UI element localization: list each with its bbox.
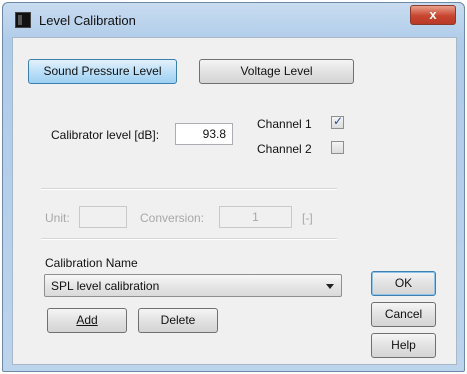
title-bar[interactable]: Level Calibration x [3, 3, 464, 37]
checkmark-icon: ✓ [333, 114, 344, 128]
window-title: Level Calibration [39, 13, 136, 28]
delete-button[interactable]: Delete [138, 308, 218, 333]
add-button[interactable]: Add [47, 308, 127, 333]
app-icon [15, 12, 31, 28]
channel-2-label: Channel 2 [257, 142, 312, 156]
channel-1-label: Channel 1 [257, 117, 312, 131]
ok-button[interactable]: OK [371, 271, 436, 296]
calibrator-level-input[interactable]: 93.8 [175, 123, 233, 145]
calibrator-level-label: Calibrator level [dB]: [51, 128, 160, 142]
voltage-level-button[interactable]: Voltage Level [199, 59, 354, 84]
unit-label: Unit: [45, 211, 70, 225]
help-button[interactable]: Help [371, 333, 436, 358]
cancel-button[interactable]: Cancel [371, 302, 436, 327]
unit-input [79, 206, 127, 228]
sound-pressure-level-button[interactable]: Sound Pressure Level [28, 59, 177, 84]
conversion-input: 1 [219, 206, 292, 228]
conversion-label: Conversion: [140, 211, 205, 225]
separator [41, 188, 337, 190]
separator [41, 238, 337, 240]
level-calibration-dialog: Level Calibration x Sound Pressure Level… [2, 2, 465, 372]
calibration-name-value: SPL level calibration [51, 279, 160, 293]
calibration-name-dropdown[interactable]: SPL level calibration [44, 274, 342, 297]
chevron-down-icon [326, 284, 334, 289]
calibration-name-label: Calibration Name [45, 256, 138, 270]
close-button[interactable]: x [410, 5, 456, 25]
channel-1-checkbox[interactable]: ✓ [331, 114, 344, 129]
channel-2-checkbox[interactable] [331, 141, 344, 154]
conversion-unit-label: [-] [302, 211, 313, 225]
dialog-body: Sound Pressure Level Voltage Level Calib… [12, 37, 457, 365]
